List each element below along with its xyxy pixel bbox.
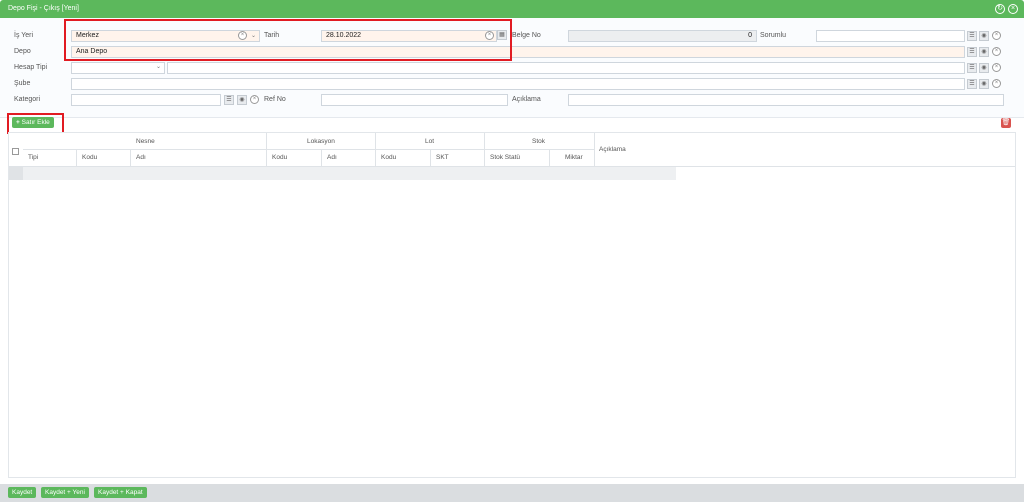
depo-list-icon[interactable]: ☰ [967, 47, 977, 57]
kaydet-yeni-button[interactable]: Kaydet + Yeni [41, 487, 89, 498]
hesap-tipi-chevron-down-icon[interactable]: ⌄ [156, 63, 161, 70]
kategori-field[interactable] [71, 94, 221, 106]
col-header-skt[interactable]: SKT [436, 154, 449, 161]
aciklama-field[interactable] [568, 94, 1004, 106]
window-titlebar: Depo Fişi - Çıkış [Yeni] ↻ × [0, 0, 1024, 18]
is-yeri-label: İş Yeri [14, 32, 34, 39]
data-grid: Nesne Lokasyon Lot Stok Tipi Kodu Adı Ko… [8, 132, 1016, 478]
refresh-icon[interactable]: ↻ [995, 4, 1005, 14]
ref-no-field[interactable] [321, 94, 508, 106]
kaydet-kapat-button[interactable]: Kaydet + Kapat [94, 487, 147, 498]
grid-divider [484, 133, 485, 167]
kategori-label: Kategori [14, 96, 41, 103]
ref-no-label: Ref No [264, 96, 286, 103]
sube-field[interactable] [71, 78, 965, 90]
sorumlu-list-icon[interactable]: ☰ [967, 31, 977, 41]
group-header-nesne: Nesne [136, 138, 155, 145]
table-row[interactable] [9, 167, 676, 180]
close-icon[interactable]: × [1008, 4, 1018, 14]
belge-no-field: 0 [568, 30, 757, 42]
group-header-lokasyon: Lokasyon [307, 138, 335, 145]
highlight-box [64, 19, 512, 61]
group-header-lot: Lot [425, 138, 435, 145]
grid-divider [375, 133, 376, 167]
col-header-tipi[interactable]: Tipi [28, 154, 38, 161]
grid-divider [76, 149, 77, 167]
col-header-stok-statu[interactable]: Stok Statü [490, 154, 520, 161]
add-row-label: Satır Ekle [21, 119, 50, 126]
col-header-aciklama[interactable]: Açıklama [599, 146, 626, 153]
depo-eye-icon[interactable]: ◉ [979, 47, 989, 57]
sube-clear-icon[interactable]: × [992, 79, 1001, 88]
kaydet-button[interactable]: Kaydet [8, 487, 37, 498]
footer-bar: Kaydet Kaydet + Yeni Kaydet + Kapat [0, 484, 1024, 502]
grid-divider [549, 149, 550, 167]
grid-divider [130, 149, 131, 167]
sube-list-icon[interactable]: ☰ [967, 79, 977, 89]
sube-eye-icon[interactable]: ◉ [979, 79, 989, 89]
grid-divider [23, 149, 595, 150]
belge-no-label: Belge No [512, 32, 541, 39]
window-title: Depo Fişi - Çıkış [Yeni] [8, 5, 79, 12]
hesap-clear-icon[interactable]: × [992, 63, 1001, 72]
kategori-eye-icon[interactable]: ◉ [237, 95, 247, 105]
hesap-tipi-label: Hesap Tipi [14, 64, 48, 71]
sube-label: Şube [14, 80, 31, 87]
row-selector[interactable] [9, 167, 23, 180]
hesap-list-icon[interactable]: ☰ [967, 63, 977, 73]
trash-icon: 🗑 [1001, 119, 1011, 126]
depo-clear-icon[interactable]: × [992, 47, 1001, 56]
col-header-miktar[interactable]: Miktar [565, 154, 583, 161]
sorumlu-clear-icon[interactable]: × [992, 31, 1001, 40]
grid-divider [430, 149, 431, 167]
depo-label: Depo [14, 48, 31, 55]
kategori-clear-icon[interactable]: × [250, 95, 259, 104]
hesap-field[interactable] [167, 62, 965, 74]
col-header-nesne-adi[interactable]: Adı [136, 154, 146, 161]
grid-divider [266, 133, 267, 167]
add-row-button[interactable]: + Satır Ekle [12, 117, 54, 128]
select-all-checkbox[interactable] [12, 148, 19, 155]
sorumlu-eye-icon[interactable]: ◉ [979, 31, 989, 41]
hesap-eye-icon[interactable]: ◉ [979, 63, 989, 73]
hesap-tipi-select[interactable] [71, 62, 165, 74]
col-header-lokasyon-adi[interactable]: Adı [327, 154, 337, 161]
grid-divider [321, 149, 322, 167]
sorumlu-field[interactable] [816, 30, 965, 42]
col-header-lot-kodu[interactable]: Kodu [381, 154, 396, 161]
col-header-lokasyon-kodu[interactable]: Kodu [272, 154, 287, 161]
group-header-stok: Stok [532, 138, 546, 145]
belge-no-value: 0 [748, 32, 752, 39]
delete-button[interactable]: 🗑 [1001, 118, 1011, 128]
grid-divider [594, 133, 595, 167]
col-header-nesne-kodu[interactable]: Kodu [82, 154, 97, 161]
aciklama-label: Açıklama [512, 96, 541, 103]
sorumlu-label: Sorumlu [760, 32, 787, 39]
plus-icon: + [16, 119, 20, 126]
kategori-list-icon[interactable]: ☰ [224, 95, 234, 105]
